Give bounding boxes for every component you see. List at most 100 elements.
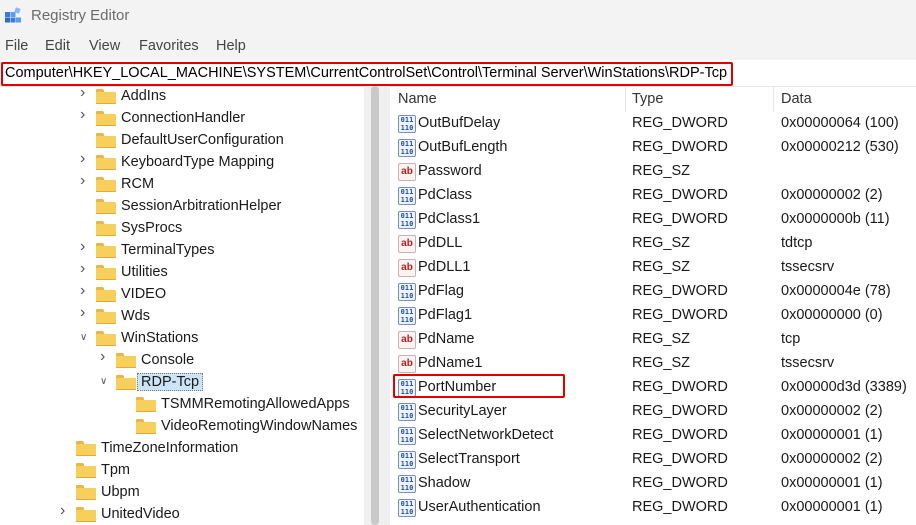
tree-item-label[interactable]: Wds — [121, 308, 150, 324]
tree-item[interactable]: › KeyboardType Mapping — [0, 151, 364, 175]
tree-item-label[interactable]: AddIns — [121, 88, 166, 104]
folder-icon — [76, 485, 96, 500]
value-name: UserAuthentication — [418, 499, 541, 515]
menu-view[interactable]: View — [89, 38, 120, 54]
tree-item-label[interactable]: TimeZoneInformation — [101, 440, 238, 456]
tree-item[interactable]: › Utilities — [0, 261, 364, 285]
menu-file[interactable]: File — [5, 38, 28, 54]
value-name: PdDLL1 — [418, 259, 471, 275]
tree-item-label[interactable]: VIDEO — [121, 286, 166, 302]
tree-item[interactable]: ∨ RDP-Tcp — [0, 373, 364, 395]
tree-item[interactable]: Tpm — [0, 461, 364, 483]
tree-item-label[interactable]: WinStations — [121, 330, 198, 346]
value-data: 0x00000064 (100) — [781, 115, 899, 131]
value-list[interactable]: Name Type Data 011 110 OutBufDelay REG_DWO… — [390, 86, 916, 525]
string-value-icon: ab — [398, 235, 416, 253]
menu-help[interactable]: Help — [216, 38, 246, 54]
binary-value-icon: 011 110 — [398, 187, 416, 205]
tree-item-label[interactable]: Console — [141, 352, 194, 368]
value-data: tcp — [781, 331, 801, 347]
value-row[interactable]: 011 110 PortNumber REG_DWORD 0x00000d3d (33… — [390, 376, 916, 400]
chevron-right-icon[interactable]: › — [80, 305, 90, 321]
value-row[interactable]: 011 110 PdFlag REG_DWORD 0x0000004e (78) — [390, 280, 916, 304]
chevron-right-icon[interactable]: › — [80, 283, 90, 299]
tree-item[interactable]: Ubpm — [0, 483, 364, 505]
chevron-right-icon[interactable]: › — [60, 503, 70, 519]
value-row[interactable]: 011 110 OutBufLength REG_DWORD 0x00000212 (… — [390, 136, 916, 160]
tree-item-label[interactable]: ConnectionHandler — [121, 110, 245, 126]
value-data: 0x00000001 (1) — [781, 475, 883, 491]
value-row[interactable]: ab PdDLL1 REG_SZ tssecsrv — [390, 256, 916, 280]
tree-item[interactable]: DefaultUserConfiguration — [0, 131, 364, 153]
chevron-right-icon[interactable]: › — [80, 107, 90, 123]
tree-item[interactable]: › Wds — [0, 305, 364, 329]
menu-edit[interactable]: Edit — [45, 38, 70, 54]
value-name: PdClass — [418, 187, 472, 203]
value-row[interactable]: 011 110 PdFlag1 REG_DWORD 0x00000000 (0) — [390, 304, 916, 328]
tree-item[interactable]: › Console — [0, 349, 364, 373]
key-tree[interactable]: › AddIns › ConnectionHandler DefaultUserConf… — [0, 86, 364, 525]
chevron-right-icon[interactable]: › — [80, 86, 90, 101]
value-row[interactable]: 011 110 UserAuthentication REG_DWORD 0x0000… — [390, 496, 916, 520]
value-type: REG_DWORD — [632, 139, 728, 155]
chevron-down-icon[interactable]: ∨ — [80, 333, 90, 343]
tree-item-label[interactable]: VideoRemotingWindowNames — [161, 418, 357, 434]
chevron-right-icon[interactable]: › — [80, 261, 90, 277]
tree-item-label[interactable]: Tpm — [101, 462, 130, 478]
tree-item[interactable]: › TerminalTypes — [0, 239, 364, 263]
tree-item[interactable]: › VIDEO — [0, 283, 364, 307]
scrollbar-thumb[interactable] — [371, 86, 379, 525]
column-divider[interactable] — [773, 86, 774, 112]
binary-value-icon: 011 110 — [398, 283, 416, 301]
folder-icon — [76, 441, 96, 456]
value-row[interactable]: 011 110 Shadow REG_DWORD 0x00000001 (1) — [390, 472, 916, 496]
tree-item[interactable]: SessionArbitrationHelper — [0, 197, 364, 219]
chevron-right-icon[interactable]: › — [80, 151, 90, 167]
tree-item-label[interactable]: Utilities — [121, 264, 168, 280]
tree-item-label[interactable]: Ubpm — [101, 484, 140, 500]
tree-item[interactable]: TimeZoneInformation — [0, 439, 364, 461]
address-bar: Computer\HKEY_LOCAL_MACHINE\SYSTEM\Curre… — [0, 60, 916, 87]
value-name: PdClass1 — [418, 211, 481, 227]
tree-item[interactable]: › AddIns — [0, 86, 364, 109]
chevron-down-icon[interactable]: ∨ — [100, 377, 110, 387]
value-row[interactable]: 011 110 PdClass1 REG_DWORD 0x0000000b (11) — [390, 208, 916, 232]
tree-item[interactable]: SysProcs — [0, 219, 364, 241]
tree-scrollbar[interactable] — [364, 86, 390, 525]
address-field[interactable]: Computer\HKEY_LOCAL_MACHINE\SYSTEM\Curre… — [1, 62, 733, 86]
value-row[interactable]: 011 110 SecurityLayer REG_DWORD 0x00000002 … — [390, 400, 916, 424]
tree-item[interactable]: › RCM — [0, 173, 364, 197]
value-row[interactable]: ab PdDLL REG_SZ tdtcp — [390, 232, 916, 256]
tree-item-label[interactable]: TSMMRemotingAllowedApps — [161, 396, 350, 412]
address-path[interactable]: Computer\HKEY_LOCAL_MACHINE\SYSTEM\Curre… — [5, 65, 727, 81]
value-row[interactable]: ab PdName1 REG_SZ tssecsrv — [390, 352, 916, 376]
tree-item-label[interactable]: DefaultUserConfiguration — [121, 132, 284, 148]
tree-item[interactable]: › UnitedVideo — [0, 503, 364, 525]
tree-item[interactable]: › ConnectionHandler — [0, 107, 364, 131]
tree-item-label[interactable]: SessionArbitrationHelper — [121, 198, 281, 214]
tree-item[interactable]: TSMMRemotingAllowedApps — [0, 395, 364, 417]
value-data: 0x00000002 (2) — [781, 187, 883, 203]
value-row[interactable]: ab PdName REG_SZ tcp — [390, 328, 916, 352]
value-row[interactable]: 011 110 SelectTransport REG_DWORD 0x0000000… — [390, 448, 916, 472]
tree-item[interactable]: VideoRemotingWindowNames — [0, 417, 364, 439]
menu-favorites[interactable]: Favorites — [139, 38, 199, 54]
value-row[interactable]: 011 110 SelectNetworkDetect REG_DWORD 0x000… — [390, 424, 916, 448]
column-divider[interactable] — [625, 86, 626, 112]
chevron-right-icon[interactable]: › — [100, 349, 110, 365]
folder-icon — [116, 353, 136, 368]
tree-item-label[interactable]: RDP-Tcp — [137, 373, 204, 391]
tree-item-label[interactable]: RCM — [121, 176, 154, 192]
chevron-right-icon[interactable]: › — [80, 173, 90, 189]
tree-item-label[interactable]: UnitedVideo — [101, 506, 180, 522]
chevron-right-icon[interactable]: › — [80, 239, 90, 255]
value-name: Shadow — [418, 475, 471, 491]
value-row[interactable]: 011 110 OutBufDelay REG_DWORD 0x00000064 (1… — [390, 112, 916, 136]
value-data: tssecsrv — [781, 355, 835, 371]
tree-item-label[interactable]: SysProcs — [121, 220, 182, 236]
tree-item-label[interactable]: KeyboardType Mapping — [121, 154, 274, 170]
tree-item-label[interactable]: TerminalTypes — [121, 242, 214, 258]
tree-item[interactable]: ∨ WinStations — [0, 329, 364, 351]
value-row[interactable]: 011 110 PdClass REG_DWORD 0x00000002 (2) — [390, 184, 916, 208]
value-row[interactable]: ab Password REG_SZ — [390, 160, 916, 184]
